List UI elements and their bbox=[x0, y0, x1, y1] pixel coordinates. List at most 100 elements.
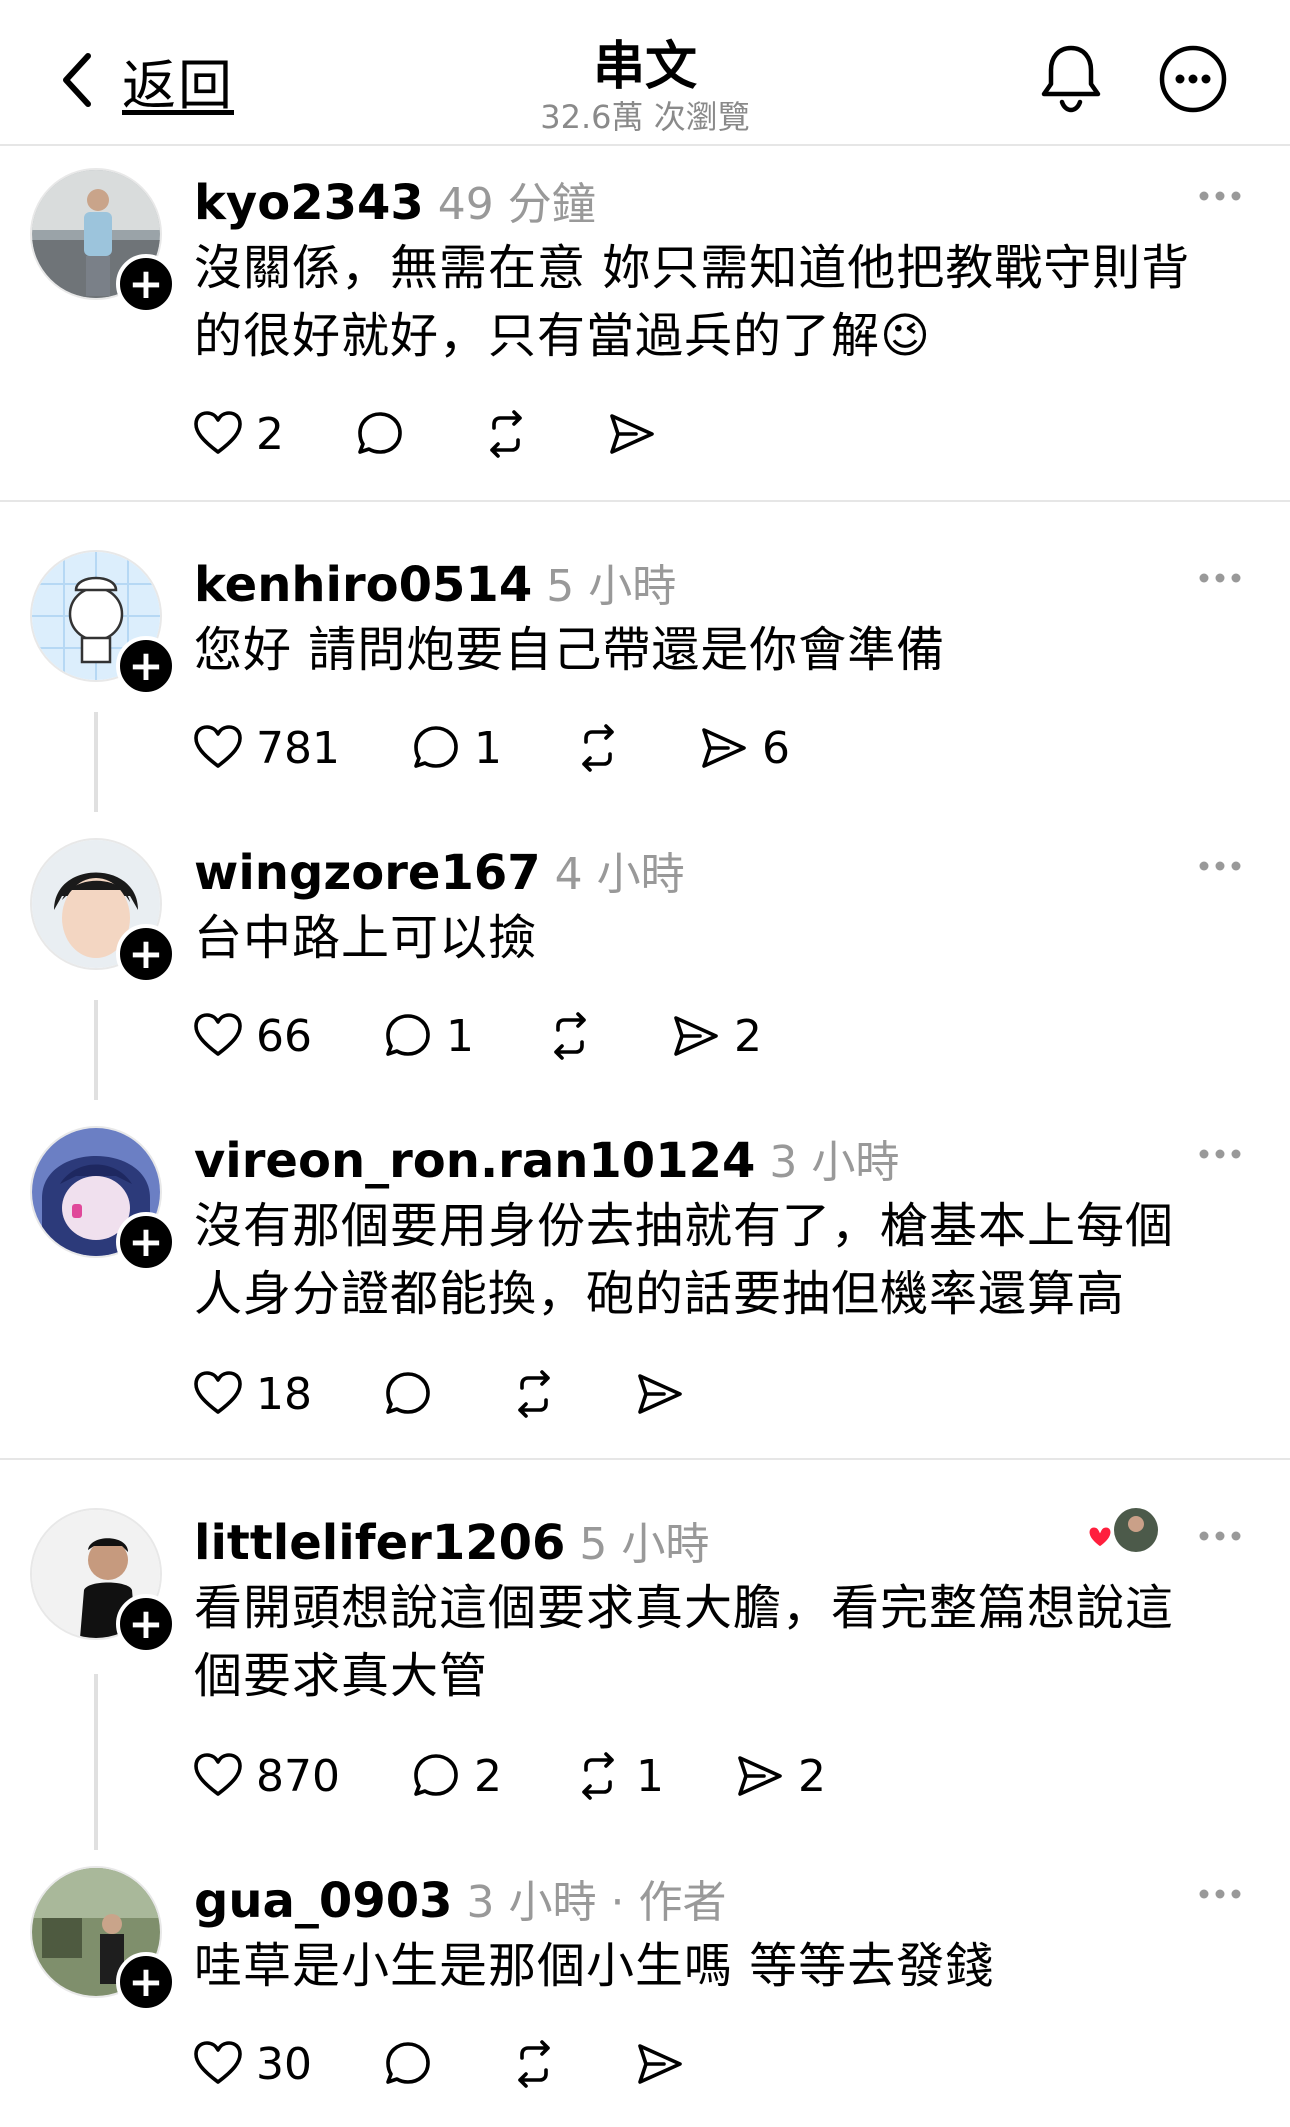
more-circle-icon[interactable] bbox=[1158, 44, 1228, 114]
more-dots-icon[interactable] bbox=[1198, 190, 1242, 202]
follow-plus-icon[interactable]: + bbox=[116, 1952, 176, 2012]
like-button[interactable]: 870 bbox=[192, 1750, 340, 1802]
reply-post: + gua_0903 3 小時 · 作者 哇草是小生是那個小生嗎 等等去發錢 3… bbox=[0, 1866, 1290, 2126]
repost-count: 1 bbox=[635, 1750, 664, 1802]
share-button[interactable]: 2 bbox=[670, 1010, 762, 1062]
like-button[interactable]: 2 bbox=[192, 408, 284, 460]
share-count: 2 bbox=[734, 1010, 762, 1062]
like-count: 66 bbox=[256, 1010, 312, 1062]
send-icon bbox=[670, 1010, 722, 1062]
username[interactable]: wingzore167 bbox=[194, 845, 541, 901]
more-dots-icon[interactable] bbox=[1198, 860, 1242, 872]
divider bbox=[0, 1458, 1290, 1460]
reply-button[interactable]: 1 bbox=[382, 1010, 474, 1062]
reply-post: + vireon_ron.ran10124 3 小時 沒有那個要用身份去抽就有了… bbox=[0, 1126, 1290, 1426]
reply-count: 2 bbox=[473, 1750, 502, 1802]
reply-post: + kenhiro0514 5 小時 您好 請問炮要自己帶還是你會準備 781 … bbox=[0, 550, 1290, 812]
comment-icon bbox=[410, 722, 462, 774]
avatar[interactable]: + bbox=[30, 838, 176, 984]
username[interactable]: littlelifer1206 bbox=[194, 1515, 565, 1571]
username[interactable]: gua_0903 bbox=[194, 1873, 453, 1929]
like-count: 781 bbox=[256, 722, 340, 774]
repost-button[interactable]: 1 bbox=[572, 1750, 664, 1802]
post-text: 沒有那個要用身份去抽就有了，槍基本上每個 人身分證都能換，砲的話要抽但機率還算高 bbox=[194, 1192, 1224, 1328]
reply-post: + littlelifer1206 5 小時 看開頭想說這個要求真大膽，看完整篇… bbox=[0, 1508, 1290, 1850]
reply-button[interactable] bbox=[382, 2038, 434, 2090]
thread-line bbox=[94, 712, 98, 812]
send-icon bbox=[734, 1750, 786, 1802]
like-button[interactable]: 18 bbox=[192, 1368, 312, 1420]
like-count: 18 bbox=[256, 1368, 312, 1420]
reply-button[interactable] bbox=[354, 408, 406, 460]
reply-post: + wingzore167 4 小時 台中路上可以撿 66 1 2 bbox=[0, 838, 1290, 1100]
share-button[interactable] bbox=[634, 2038, 686, 2090]
more-dots-icon[interactable] bbox=[1198, 1148, 1242, 1160]
more-dots-icon[interactable] bbox=[1198, 1888, 1242, 1900]
reply-post: + kyo2343 49 分鐘 沒關係，無需在意 妳只需知道他把教戰守則背 的很… bbox=[0, 168, 1290, 498]
heart-icon bbox=[192, 1010, 244, 1062]
like-button[interactable]: 30 bbox=[192, 2038, 312, 2090]
follow-plus-icon[interactable]: + bbox=[116, 1594, 176, 1654]
timestamp: 3 小時 bbox=[769, 1137, 900, 1188]
timestamp: 49 分鐘 bbox=[437, 179, 596, 230]
comment-icon bbox=[382, 2038, 434, 2090]
repost-icon bbox=[544, 1010, 596, 1062]
follow-plus-icon[interactable]: + bbox=[116, 636, 176, 696]
follow-plus-icon[interactable]: + bbox=[116, 254, 176, 314]
repost-button[interactable] bbox=[572, 722, 624, 774]
text-line: 您好 請問炮要自己帶還是你會準備 bbox=[194, 622, 946, 678]
send-icon bbox=[698, 722, 750, 774]
comment-icon bbox=[354, 408, 406, 460]
avatar[interactable]: + bbox=[30, 168, 176, 314]
divider bbox=[0, 500, 1290, 502]
share-button[interactable]: 6 bbox=[698, 722, 790, 774]
reply-button[interactable]: 2 bbox=[410, 1750, 502, 1802]
heart-badge-icon bbox=[1086, 1508, 1158, 1552]
share-button[interactable] bbox=[606, 408, 658, 460]
repost-button[interactable] bbox=[480, 408, 532, 460]
username[interactable]: vireon_ron.ran10124 bbox=[194, 1133, 755, 1189]
share-button[interactable]: 2 bbox=[734, 1750, 826, 1802]
reply-button[interactable]: 1 bbox=[410, 722, 502, 774]
repost-button[interactable] bbox=[508, 2038, 560, 2090]
text-line: 看開頭想說這個要求真大膽，看完整篇想說這 bbox=[194, 1580, 1175, 1636]
thread-line bbox=[94, 1000, 98, 1100]
reply-button[interactable] bbox=[382, 1368, 434, 1420]
avatar[interactable]: + bbox=[30, 1508, 176, 1654]
post-text: 看開頭想說這個要求真大膽，看完整篇想說這 個要求真大管 bbox=[194, 1574, 1224, 1710]
follow-plus-icon[interactable]: + bbox=[116, 924, 176, 984]
post-text: 台中路上可以撿 bbox=[194, 904, 1224, 972]
repost-icon bbox=[508, 1368, 560, 1420]
follow-plus-icon[interactable]: + bbox=[116, 1212, 176, 1272]
repost-icon bbox=[572, 1750, 624, 1802]
repost-button[interactable] bbox=[508, 1368, 560, 1420]
avatar[interactable]: + bbox=[30, 550, 176, 696]
like-count: 2 bbox=[256, 408, 284, 460]
avatar[interactable]: + bbox=[30, 1126, 176, 1272]
like-button[interactable]: 781 bbox=[192, 722, 340, 774]
username[interactable]: kenhiro0514 bbox=[194, 557, 532, 613]
more-dots-icon[interactable] bbox=[1198, 572, 1242, 584]
share-count: 6 bbox=[761, 722, 790, 774]
like-count: 870 bbox=[256, 1750, 340, 1802]
repost-icon bbox=[508, 2038, 560, 2090]
bell-icon[interactable] bbox=[1038, 42, 1104, 114]
text-line: 人身分證都能換，砲的話要抽但機率還算高 bbox=[194, 1266, 1126, 1322]
repost-icon bbox=[480, 408, 532, 460]
heart-icon bbox=[192, 722, 244, 774]
comment-icon bbox=[382, 1368, 434, 1420]
timestamp: 5 小時 bbox=[579, 1519, 710, 1570]
share-button[interactable] bbox=[634, 1368, 686, 1420]
reply-count: 1 bbox=[473, 722, 502, 774]
timestamp: 3 小時 · 作者 bbox=[466, 1877, 727, 1928]
timestamp: 5 小時 bbox=[546, 561, 677, 612]
more-dots-icon[interactable] bbox=[1198, 1530, 1242, 1542]
like-button[interactable]: 66 bbox=[192, 1010, 312, 1062]
share-count: 2 bbox=[797, 1750, 826, 1802]
text-line: 沒有那個要用身份去抽就有了，槍基本上每個 bbox=[194, 1198, 1175, 1254]
repost-button[interactable] bbox=[544, 1010, 596, 1062]
text-line: 的很好就好，只有當過兵的了解😉 bbox=[194, 308, 932, 364]
avatar[interactable]: + bbox=[30, 1866, 176, 2012]
heart-icon bbox=[192, 1368, 244, 1420]
username[interactable]: kyo2343 bbox=[194, 175, 424, 231]
